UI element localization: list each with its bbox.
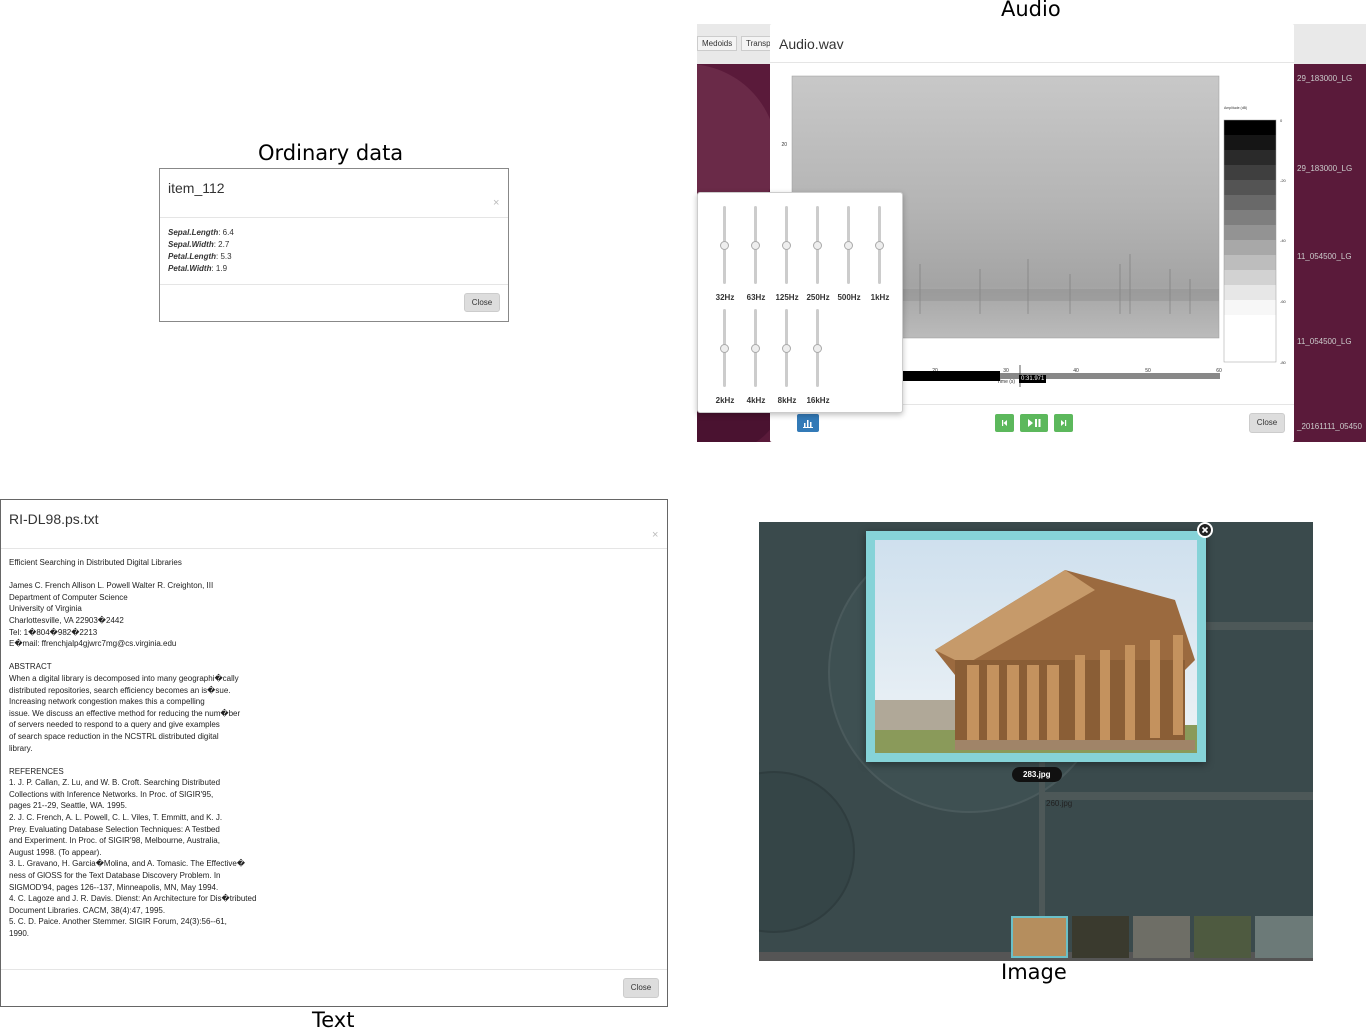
eq-slider-handle[interactable] (720, 344, 729, 353)
colorbar-tick: -20 (1280, 178, 1287, 183)
prev-button[interactable] (995, 414, 1014, 432)
close-icon[interactable]: × (493, 197, 499, 209)
equalizer-button[interactable] (797, 414, 819, 432)
eq-band-label: 1kHz (870, 293, 890, 302)
attribute-value: : 5.3 (216, 252, 232, 261)
equalizer-popover: 32Hz 63Hz 125Hz 250Hz 500Hz 1kHz 2kHz 4kHz 8kHz… (697, 192, 903, 413)
attribute-row: Petal.Length: 5.3 (168, 251, 234, 263)
thumbnail[interactable] (1255, 916, 1313, 958)
attribute-value: : 2.7 (213, 240, 230, 249)
attribute-row: Petal.Width: 1.9 (168, 263, 234, 275)
attribute-row: Sepal.Length: 6.4 (168, 227, 234, 239)
eq-band-label: 63Hz (746, 293, 766, 302)
attribute-value: : 1.9 (211, 264, 228, 273)
list-item[interactable]: 11_054500_LG (1297, 337, 1352, 346)
colorbar-tick: -40 (1280, 238, 1287, 243)
eq-slider-handle[interactable] (720, 241, 729, 250)
eq-band-label: 16kHz (806, 396, 830, 405)
attribute-key: Sepal.Length (168, 228, 219, 237)
close-button[interactable]: Close (1249, 413, 1285, 433)
equalizer-icon (803, 420, 813, 428)
eq-slider-handle[interactable] (875, 241, 884, 250)
close-icon (1201, 526, 1209, 534)
play-pause-button[interactable] (1020, 414, 1048, 432)
lightbox-frame (866, 531, 1206, 762)
eq-slider-handle[interactable] (782, 344, 791, 353)
eq-slider-handle[interactable] (751, 344, 760, 353)
temple-photo[interactable] (875, 540, 1197, 753)
close-icon[interactable]: × (652, 529, 658, 541)
colorbar-tick: 0 (1280, 118, 1283, 123)
image-filename-label: 283.jpg (1012, 767, 1062, 782)
attribute-list: Sepal.Length: 6.4 Sepal.Width: 2.7 Petal… (168, 227, 234, 275)
eq-slider-handle[interactable] (782, 241, 791, 250)
attribute-value: : 6.4 (218, 228, 234, 237)
attribute-key: Petal.Length (168, 252, 217, 261)
eq-slider-handle[interactable] (751, 241, 760, 250)
modal-title: item_112 (168, 180, 225, 196)
play-pause-icon (1028, 419, 1041, 427)
list-item[interactable]: 29_183000_LG (1297, 164, 1352, 173)
close-button[interactable]: Close (623, 978, 659, 998)
eq-band-label: 4kHz (746, 396, 766, 405)
time-marker: 0:31.971 (1019, 375, 1047, 383)
skip-back-icon (1002, 420, 1007, 426)
colorbar-tick: -80 (1280, 360, 1287, 365)
attribute-key: Petal.Width (168, 264, 212, 273)
caption-ordinary: Ordinary data (258, 141, 404, 165)
tab-medoids[interactable]: Medoids (697, 36, 738, 51)
list-item[interactable]: _20161111_05450 (1297, 422, 1362, 431)
divider (770, 62, 1294, 63)
divider (1, 969, 667, 970)
eq-slider-handle[interactable] (844, 241, 853, 250)
eq-band-label: 8kHz (777, 396, 797, 405)
divider (160, 284, 508, 285)
thumbnail[interactable] (1072, 916, 1129, 958)
caption-audio: Audio (1001, 0, 1061, 21)
modal-title: RI-DL98.ps.txt (9, 511, 99, 527)
waveform[interactable] (900, 365, 1220, 387)
skip-forward-icon (1061, 420, 1067, 426)
colorbar-tick: -60 (1280, 299, 1287, 304)
colorbar (1223, 119, 1277, 363)
eq-band-label: 500Hz (837, 293, 861, 302)
eq-band-label: 125Hz (775, 293, 799, 302)
caption-text: Text (312, 1008, 355, 1032)
thumbnail[interactable] (1011, 916, 1068, 958)
next-button[interactable] (1054, 414, 1073, 432)
background-image-label: 260.jpg (1046, 799, 1073, 808)
attribute-row: Sepal.Width: 2.7 (168, 239, 234, 251)
eq-slider-handle[interactable] (813, 344, 822, 353)
colorbar-label: Amplitude (dB) (1224, 106, 1247, 110)
eq-band-label: 250Hz (806, 293, 830, 302)
text-content: Efficient Searching in Distributed Digit… (9, 558, 257, 938)
eq-slider-handle[interactable] (813, 241, 822, 250)
thumbnail[interactable] (1133, 916, 1190, 958)
thumbnail[interactable] (1194, 916, 1251, 958)
divider (160, 217, 508, 218)
lightbox-close-button[interactable] (1197, 522, 1213, 538)
caption-image: Image (1001, 960, 1067, 984)
y-tick: 20 (781, 142, 787, 148)
ordinary-data-modal: item_112 × Sepal.Length: 6.4 Sepal.Width… (159, 168, 509, 322)
list-item[interactable]: 29_183000_LG (1297, 74, 1352, 83)
attribute-key: Sepal.Width (168, 240, 214, 249)
close-button[interactable]: Close (464, 293, 500, 312)
modal-title: Audio.wav (779, 36, 844, 52)
eq-band-label: 2kHz (715, 396, 735, 405)
eq-band-label: 32Hz (715, 293, 735, 302)
divider (1, 548, 667, 549)
list-item[interactable]: 11_054500_LG (1297, 252, 1352, 261)
